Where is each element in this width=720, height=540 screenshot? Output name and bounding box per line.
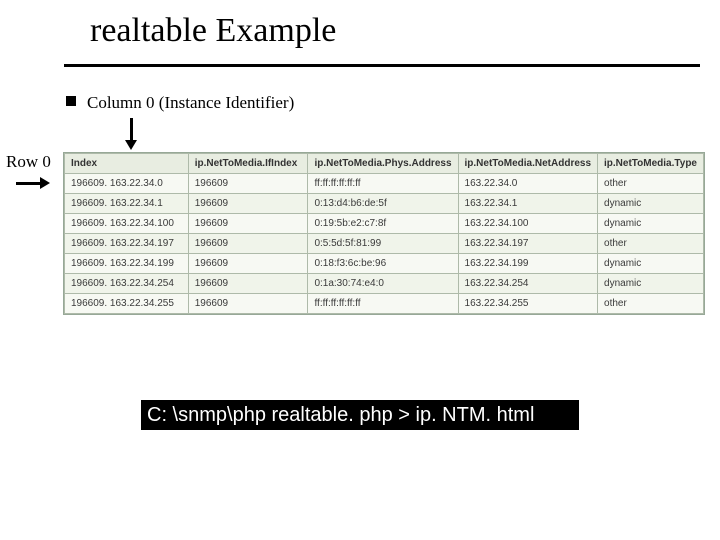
table-row: 196609. 163.22.34.1991966090:18:f3:6c:be…: [65, 254, 704, 274]
row-zero-label: Row 0: [6, 152, 51, 172]
col-header: ip.NetToMedia.IfIndex: [188, 154, 308, 174]
command-line: C: \snmp\php realtable. php > ip. NTM. h…: [141, 400, 579, 430]
table-cell: 163.22.34.100: [458, 214, 598, 234]
bullet-icon: [66, 96, 76, 106]
table-cell: other: [598, 234, 704, 254]
table-cell: 163.22.34.0: [458, 174, 598, 194]
table-cell: 0:19:5b:e2:c7:8f: [308, 214, 458, 234]
table-cell: dynamic: [598, 214, 704, 234]
table-cell: 0:18:f3:6c:be:96: [308, 254, 458, 274]
column-zero-label: Column 0 (Instance Identifier): [87, 93, 294, 113]
table-cell: ff:ff:ff:ff:ff:ff: [308, 174, 458, 194]
table-cell: dynamic: [598, 254, 704, 274]
table-cell: 0:5:5d:5f:81:99: [308, 234, 458, 254]
table-cell: 196609. 163.22.34.254: [65, 274, 189, 294]
table-cell: other: [598, 294, 704, 314]
data-table: Index ip.NetToMedia.IfIndex ip.NetToMedi…: [63, 152, 705, 315]
table-row: 196609. 163.22.34.1001966090:19:5b:e2:c7…: [65, 214, 704, 234]
title-underline: [64, 64, 700, 67]
table-header-row: Index ip.NetToMedia.IfIndex ip.NetToMedi…: [65, 154, 704, 174]
table-cell: 196609. 163.22.34.197: [65, 234, 189, 254]
table-cell: 196609. 163.22.34.199: [65, 254, 189, 274]
table-row: 196609. 163.22.34.0196609ff:ff:ff:ff:ff:…: [65, 174, 704, 194]
table-cell: 163.22.34.197: [458, 234, 598, 254]
slide: realtable Example Column 0 (Instance Ide…: [0, 0, 720, 540]
table-cell: dynamic: [598, 274, 704, 294]
col-header: ip.NetToMedia.NetAddress: [458, 154, 598, 174]
col-header: ip.NetToMedia.Type: [598, 154, 704, 174]
table-cell: 196609: [188, 234, 308, 254]
table-cell: 163.22.34.255: [458, 294, 598, 314]
table-cell: 196609: [188, 294, 308, 314]
table-cell: dynamic: [598, 194, 704, 214]
table-row: 196609. 163.22.34.255196609ff:ff:ff:ff:f…: [65, 294, 704, 314]
page-title: realtable Example: [90, 12, 336, 50]
table-cell: 0:13:d4:b6:de:5f: [308, 194, 458, 214]
table-cell: ff:ff:ff:ff:ff:ff: [308, 294, 458, 314]
col-header: Index: [65, 154, 189, 174]
table-row: 196609. 163.22.34.2541966090:1a:30:74:e4…: [65, 274, 704, 294]
table-cell: 196609. 163.22.34.255: [65, 294, 189, 314]
table-cell: 196609: [188, 274, 308, 294]
table-cell: 196609. 163.22.34.100: [65, 214, 189, 234]
table-row: 196609. 163.22.34.11966090:13:d4:b6:de:5…: [65, 194, 704, 214]
table-cell: 196609: [188, 254, 308, 274]
table-row: 196609. 163.22.34.1971966090:5:5d:5f:81:…: [65, 234, 704, 254]
table-cell: 0:1a:30:74:e4:0: [308, 274, 458, 294]
col-header: ip.NetToMedia.Phys.Address: [308, 154, 458, 174]
table-cell: 196609. 163.22.34.0: [65, 174, 189, 194]
table-cell: 163.22.34.254: [458, 274, 598, 294]
table-cell: 163.22.34.1: [458, 194, 598, 214]
table-cell: 163.22.34.199: [458, 254, 598, 274]
table-cell: 196609. 163.22.34.1: [65, 194, 189, 214]
table-cell: 196609: [188, 194, 308, 214]
arrow-down-icon: [125, 118, 137, 150]
arrow-right-icon: [16, 174, 50, 192]
table-cell: 196609: [188, 174, 308, 194]
table-cell: other: [598, 174, 704, 194]
table-cell: 196609: [188, 214, 308, 234]
